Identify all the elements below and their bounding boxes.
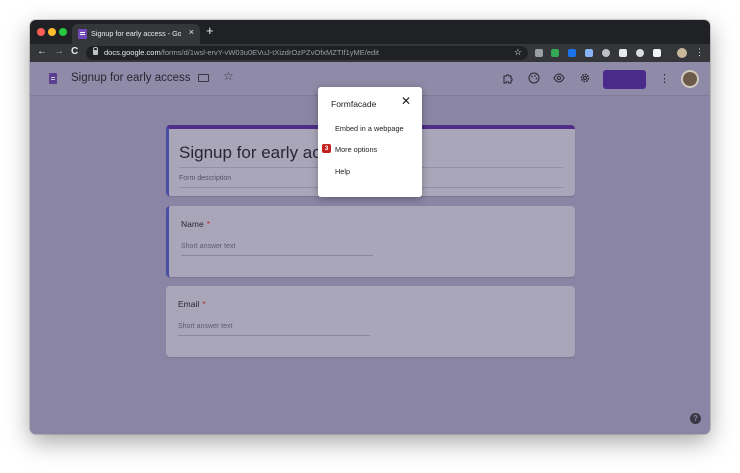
question-card-name[interactable]: Name * Short answer text — [166, 206, 575, 277]
short-answer-placeholder: Short answer text — [178, 323, 233, 330]
preview-eye-icon[interactable] — [553, 72, 565, 84]
help-icon[interactable]: ? — [690, 413, 701, 424]
required-asterisk: * — [202, 299, 206, 309]
menu-item-help[interactable]: Help — [335, 167, 350, 176]
palette-icon[interactable] — [528, 72, 540, 84]
form-title-header[interactable]: Signup for early access — [71, 72, 191, 84]
formfacade-popup: Formfacade ✕ Embed in a webpage 3 More o… — [318, 87, 422, 197]
divider — [178, 335, 370, 336]
popup-title: Formfacade — [331, 99, 377, 109]
extension-icon[interactable] — [568, 49, 576, 57]
menu-item-embed[interactable]: Embed in a webpage — [335, 124, 404, 133]
browser-toolbar: ← → C docs.google.com/forms/d/1wsl-ervY-… — [30, 44, 710, 62]
extension-icon[interactable] — [551, 49, 559, 57]
forms-logo-icon[interactable] — [49, 73, 57, 84]
extension-icon[interactable] — [535, 49, 543, 57]
question-label: Name * — [181, 219, 210, 229]
folder-icon[interactable] — [198, 74, 209, 82]
form-description-input[interactable]: Form description — [179, 175, 231, 182]
settings-gear-icon[interactable] — [579, 72, 591, 84]
divider — [181, 255, 373, 256]
new-tab-button[interactable]: + — [206, 23, 214, 38]
forms-favicon-icon — [78, 29, 87, 39]
tab-strip: Signup for early access - Google Forms ×… — [30, 20, 710, 44]
extension-icon[interactable] — [602, 49, 610, 57]
close-icon[interactable]: ✕ — [401, 94, 411, 108]
tab-close-icon[interactable]: × — [189, 27, 194, 37]
required-asterisk: * — [206, 219, 210, 229]
maximize-window-button[interactable] — [59, 28, 67, 36]
minimize-window-button[interactable] — [48, 28, 56, 36]
profile-avatar[interactable] — [677, 48, 687, 58]
short-answer-placeholder: Short answer text — [181, 243, 236, 250]
browser-menu-icon[interactable]: ⋮ — [695, 47, 704, 58]
back-button[interactable]: ← — [37, 46, 47, 57]
extension-icon[interactable] — [636, 49, 644, 57]
more-options-icon[interactable]: ⋮ — [659, 72, 670, 85]
question-label: Email * — [178, 299, 206, 309]
extension-icon[interactable] — [653, 49, 661, 57]
account-avatar[interactable] — [681, 70, 699, 88]
close-window-button[interactable] — [37, 28, 45, 36]
step-badge: 3 — [322, 144, 331, 153]
forward-button[interactable]: → — [54, 46, 64, 57]
question-card-email[interactable]: Email * Short answer text — [166, 286, 575, 357]
url-text: docs.google.com/forms/d/1wsl-ervY-vW03u0… — [104, 48, 379, 57]
star-icon[interactable]: ☆ — [223, 69, 234, 83]
address-bar[interactable]: docs.google.com/forms/d/1wsl-ervY-vW03u0… — [86, 46, 528, 60]
send-button[interactable]: Send — [603, 70, 646, 89]
browser-tab[interactable]: Signup for early access - Google Forms × — [72, 24, 200, 44]
menu-item-more-options[interactable]: More options — [335, 145, 377, 154]
lock-icon — [93, 47, 98, 55]
bookmark-star-icon[interactable]: ☆ — [514, 47, 522, 58]
extension-icon[interactable] — [585, 49, 593, 57]
tab-title: Signup for early access - Google Forms — [91, 29, 181, 38]
addon-puzzle-icon[interactable] — [502, 72, 514, 84]
browser-window: Signup for early access - Google Forms ×… — [30, 20, 710, 434]
extension-icon[interactable] — [619, 49, 627, 57]
reload-button[interactable]: C — [71, 46, 78, 57]
